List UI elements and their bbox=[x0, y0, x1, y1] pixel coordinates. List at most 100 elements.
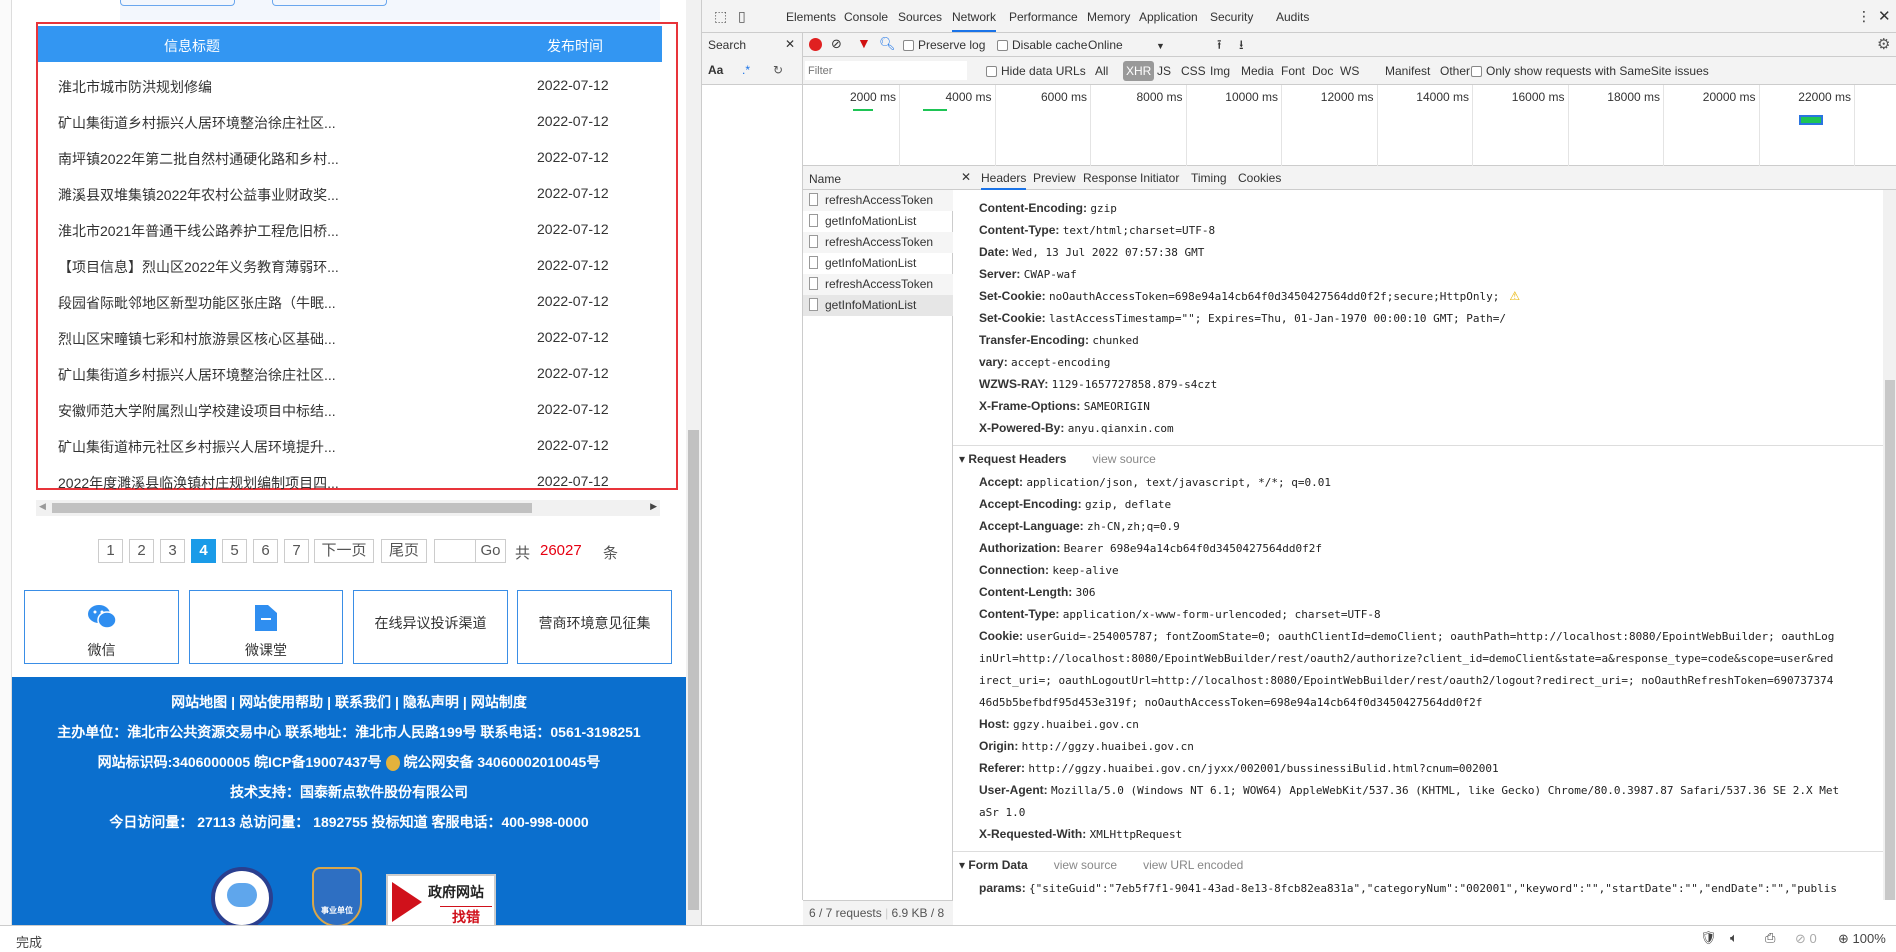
page-7-button[interactable]: 7 bbox=[284, 539, 309, 563]
speaker-icon[interactable]: 🔈︎ bbox=[1730, 930, 1738, 946]
page-scrollbar[interactable] bbox=[686, 0, 701, 925]
table-row[interactable]: 矿山集街道柿元社区乡村振兴人居环境提升... 2022-07-12 bbox=[38, 428, 662, 464]
clear-icon[interactable]: ⊘ bbox=[831, 36, 842, 52]
next-page-button[interactable]: 下一页 bbox=[314, 539, 374, 563]
filter-type-img[interactable]: Img bbox=[1210, 64, 1230, 78]
footer-link[interactable]: 隐私声明 bbox=[403, 694, 459, 710]
filter-type-js[interactable]: JS bbox=[1157, 64, 1171, 78]
page-2-button[interactable]: 2 bbox=[129, 539, 154, 563]
table-row[interactable]: 淮北市2021年普通干线公路养护工程危旧桥... 2022-07-12 bbox=[38, 212, 662, 248]
detail-tab-timing[interactable]: Timing bbox=[1191, 171, 1227, 185]
table-row[interactable]: 【项目信息】烈山区2022年义务教育薄弱环... 2022-07-12 bbox=[38, 248, 662, 284]
filter-type-xhr[interactable]: XHR bbox=[1123, 61, 1155, 81]
form-data-toggle[interactable]: ▾ Form Data view source view URL encoded bbox=[959, 858, 1243, 872]
request-row[interactable]: refreshAccessToken bbox=[803, 274, 953, 295]
tab-network[interactable]: Network bbox=[952, 10, 997, 32]
table-row[interactable]: 矿山集街道乡村振兴人居环境整治徐庄社区... 2022-07-12 bbox=[38, 104, 662, 140]
match-case-toggle[interactable]: Aa bbox=[708, 63, 723, 77]
row-title[interactable]: 【项目信息】烈山区2022年义务教育薄弱环... bbox=[58, 257, 339, 277]
disable-cache-checkbox[interactable]: Disable cache bbox=[997, 38, 1087, 52]
row-title[interactable]: 安徽师范大学附属烈山学校建设项目中标结... bbox=[58, 401, 336, 421]
request-row[interactable]: getInfoMationList bbox=[803, 211, 953, 232]
org-seal-logo[interactable] bbox=[211, 867, 273, 925]
refresh-icon[interactable]: ↻ bbox=[773, 63, 783, 77]
filter-type-doc[interactable]: Doc bbox=[1312, 64, 1333, 78]
icp-text[interactable]: 网站标识码:3406000005 皖ICP备19007437号 bbox=[98, 754, 382, 770]
filter-icon[interactable]: ▼ bbox=[857, 35, 871, 51]
request-row[interactable]: getInfoMationList bbox=[803, 253, 953, 274]
table-row[interactable]: 烈山区宋疃镇七彩和村旅游景区核心区基础... 2022-07-12 bbox=[38, 320, 662, 356]
table-row[interactable]: 南坪镇2022年第二批自然村通硬化路和乡村... 2022-07-12 bbox=[38, 140, 662, 176]
search-icon[interactable]: 🔍︎ bbox=[879, 36, 896, 52]
tab-security[interactable]: Security bbox=[1210, 10, 1253, 24]
row-title[interactable]: 淮北市2021年普通干线公路养护工程危旧桥... bbox=[58, 221, 339, 241]
footer-link[interactable]: 网站制度 bbox=[471, 694, 527, 710]
close-detail-icon[interactable]: ✕ bbox=[961, 170, 971, 184]
download-icon[interactable]: ⎙ bbox=[1765, 930, 1775, 946]
filter-input[interactable] bbox=[805, 61, 967, 80]
tab-application[interactable]: Application bbox=[1139, 10, 1198, 24]
tile-wechat[interactable]: 微信 bbox=[24, 590, 179, 664]
table-row[interactable]: 濉溪县双堆集镇2022年农村公益事业财政奖... 2022-07-12 bbox=[38, 176, 662, 212]
row-title[interactable]: 段园省际毗邻地区新型功能区张庄路（牛眠... bbox=[58, 293, 336, 313]
top-tab-button[interactable] bbox=[272, 0, 387, 6]
row-title[interactable]: 淮北市城市防洪规划修编 bbox=[58, 77, 212, 97]
settings-gear-icon[interactable]: ⚙ bbox=[1877, 35, 1890, 53]
tab-sources[interactable]: Sources bbox=[898, 10, 942, 24]
row-title[interactable]: 矿山集街道乡村振兴人居环境整治徐庄社区... bbox=[58, 113, 336, 133]
filter-type-font[interactable]: Font bbox=[1281, 64, 1305, 78]
row-title[interactable]: 2022年度濉溪县临涣镇村庄规划编制项目四... bbox=[58, 473, 339, 493]
view-source-link[interactable]: view source bbox=[1054, 858, 1117, 872]
regex-toggle[interactable]: .* bbox=[742, 63, 750, 77]
request-row[interactable]: getInfoMationList bbox=[803, 295, 953, 316]
police-record-text[interactable]: 皖公网安备 34060002010045号 bbox=[403, 754, 600, 770]
page-5-button[interactable]: 5 bbox=[222, 539, 247, 563]
request-row[interactable]: refreshAccessToken bbox=[803, 232, 953, 253]
zoom-control[interactable]: ⊕ 100% bbox=[1838, 931, 1886, 947]
last-page-button[interactable]: 尾页 bbox=[381, 539, 427, 563]
export-har-icon[interactable]: ⭳ bbox=[1239, 36, 1244, 58]
filter-type-other[interactable]: Other bbox=[1440, 64, 1470, 78]
table-row[interactable]: 段园省际毗邻地区新型功能区张庄路（牛眠... 2022-07-12 bbox=[38, 284, 662, 320]
scroll-thumb[interactable] bbox=[1885, 380, 1895, 900]
horizontal-scrollbar[interactable]: ◀ ▶ bbox=[36, 500, 660, 516]
tab-audits[interactable]: Audits bbox=[1276, 10, 1309, 24]
tile-micro-class[interactable]: 微课堂 bbox=[189, 590, 343, 664]
filter-type-media[interactable]: Media bbox=[1241, 64, 1274, 78]
gov-error-badge[interactable]: 政府网站 找错 bbox=[386, 874, 496, 925]
table-row[interactable]: 安徽师范大学附属烈山学校建设项目中标结... 2022-07-12 bbox=[38, 392, 662, 428]
scroll-thumb[interactable] bbox=[688, 430, 699, 910]
detail-scrollbar[interactable] bbox=[1883, 190, 1896, 900]
go-button[interactable]: Go bbox=[475, 539, 506, 563]
row-title[interactable]: 南坪镇2022年第二批自然村通硬化路和乡村... bbox=[58, 149, 339, 169]
network-timeline[interactable]: 2000 ms 4000 ms 6000 ms 8000 ms 10000 ms 1200… bbox=[803, 85, 1896, 166]
table-row[interactable]: 2022年度濉溪县临涣镇村庄规划编制项目四... 2022-07-12 bbox=[38, 464, 662, 500]
close-search-icon[interactable]: ✕ bbox=[785, 37, 795, 51]
detail-tab-response[interactable]: Response bbox=[1083, 171, 1137, 185]
name-column-header[interactable]: Name bbox=[803, 166, 953, 190]
hide-data-urls-checkbox[interactable]: Hide data URLs bbox=[986, 64, 1086, 78]
adblock-count[interactable]: ⊘ 0 bbox=[1795, 931, 1817, 947]
tab-memory[interactable]: Memory bbox=[1087, 10, 1130, 24]
detail-tab-headers[interactable]: Headers bbox=[981, 171, 1027, 190]
request-row[interactable]: refreshAccessToken bbox=[803, 190, 953, 211]
shield-icon[interactable]: 🛡︎ bbox=[1700, 930, 1717, 946]
row-title[interactable]: 烈山区宋疃镇七彩和村旅游景区核心区基础... bbox=[58, 329, 336, 349]
detail-tab-preview[interactable]: Preview bbox=[1033, 171, 1076, 185]
page-6-button[interactable]: 6 bbox=[253, 539, 278, 563]
import-har-icon[interactable]: ⭱ bbox=[1217, 36, 1222, 58]
tab-elements[interactable]: Elements bbox=[786, 10, 836, 24]
filter-type-manifest[interactable]: Manifest bbox=[1385, 64, 1430, 78]
detail-tab-initiator[interactable]: Initiator bbox=[1140, 171, 1179, 185]
tab-performance[interactable]: Performance bbox=[1009, 10, 1078, 24]
table-row[interactable]: 淮北市城市防洪规划修编 2022-07-12 bbox=[38, 68, 662, 104]
row-title[interactable]: 濉溪县双堆集镇2022年农村公益事业财政奖... bbox=[58, 185, 339, 205]
more-menu-icon[interactable]: ⋮ bbox=[1857, 8, 1871, 25]
footer-link[interactable]: 网站地图 bbox=[171, 694, 227, 710]
filter-type-css[interactable]: CSS bbox=[1181, 64, 1206, 78]
institution-badge[interactable]: 事业单位 bbox=[312, 867, 362, 925]
tile-complaint[interactable]: 在线异议投诉渠道 bbox=[353, 590, 508, 664]
footer-link[interactable]: 联系我们 bbox=[335, 694, 391, 710]
inspect-icon[interactable]: ⬚ bbox=[714, 8, 727, 25]
row-title[interactable]: 矿山集街道乡村振兴人居环境整治徐庄社区... bbox=[58, 365, 336, 385]
